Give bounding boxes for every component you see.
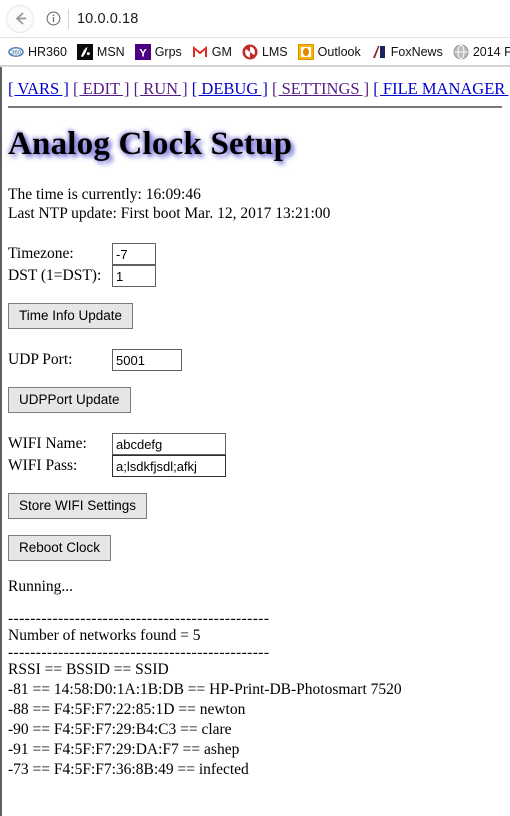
nav-link-file-manager[interactable]: [ FILE MANAGER ]	[373, 79, 510, 98]
network-row: -90 == F4:5F:F7:29:B4:C3 == clare	[8, 721, 232, 738]
network-row: -81 == 14:58:D0:1A:1B:DB == HP-Print-DB-…	[8, 681, 402, 698]
browser-toolbar: 10.0.0.18	[0, 0, 510, 38]
bookmark-label: LMS	[261, 44, 288, 59]
foxnews-favicon	[370, 43, 387, 60]
address-bar-url[interactable]: 10.0.0.18	[77, 11, 138, 27]
outlook-favicon	[297, 43, 314, 60]
gmail-favicon	[191, 43, 208, 60]
timezone-input[interactable]	[112, 243, 156, 265]
time-info-update-button[interactable]: Time Info Update	[8, 303, 134, 329]
network-table-header: RSSI == BSSID == SSID	[8, 661, 169, 678]
bookmark-label: HR360	[28, 44, 67, 59]
bookmark-label: FoxNews	[390, 44, 443, 59]
status-text: Running...	[8, 578, 74, 595]
nav-link-edit[interactable]: [ EDIT ]	[73, 79, 130, 98]
url-divider	[68, 8, 69, 29]
window-left-border	[0, 67, 2, 816]
nav-link-vars[interactable]: [ VARS ]	[8, 79, 69, 98]
browser-chrome: 10.0.0.18 360 HR360 MSN Y Grps GM LMS Ou…	[0, 0, 510, 67]
separator-top: ----------------------------------------…	[8, 610, 270, 627]
dst-label: DST (1=DST):	[8, 267, 102, 284]
udp-port-label: UDP Port:	[8, 351, 73, 368]
svg-text:360: 360	[11, 50, 22, 56]
wifi-name-row: WIFI Name:	[8, 433, 502, 455]
globe-favicon	[453, 44, 469, 59]
wifi-name-input[interactable]	[112, 433, 226, 455]
lms-favicon	[242, 44, 258, 59]
bookmark-msn[interactable]: MSN	[76, 43, 125, 60]
network-row: -88 == F4:5F:F7:22:85:1D == newton	[8, 701, 246, 718]
header-divider	[8, 106, 502, 108]
hr360-favicon: 360	[8, 43, 24, 60]
nav-link-debug[interactable]: [ DEBUG ]	[192, 79, 268, 98]
store-wifi-settings-button[interactable]: Store WIFI Settings	[8, 493, 148, 519]
network-row: -91 == F4:5F:F7:29:DA:F7 == ashep	[8, 741, 240, 758]
page-viewport: [ VARS ] [ EDIT ] [ RUN ] [ DEBUG ] [ SE…	[0, 67, 510, 816]
last-ntp-update-text: Last NTP update: First boot Mar. 12, 201…	[8, 205, 331, 222]
wifi-pass-input[interactable]	[112, 455, 226, 477]
bookmark-label: Grps	[154, 44, 182, 59]
udp-port-input[interactable]	[112, 349, 182, 371]
nav-links: [ VARS ] [ EDIT ] [ RUN ] [ DEBUG ] [ SE…	[8, 75, 510, 99]
wifi-name-label: WIFI Name:	[8, 435, 87, 452]
dst-input[interactable]	[112, 265, 156, 287]
bookmark-hr360[interactable]: 360 HR360	[8, 43, 67, 60]
page-title: Analog Clock Setup	[8, 126, 293, 162]
network-row: -73 == F4:5F:F7:36:8B:49 == infected	[8, 761, 249, 778]
current-time-text: The time is currently: 16:09:46	[8, 186, 201, 203]
bookmark-outlook[interactable]: Outlook	[297, 43, 361, 60]
yahoo-groups-favicon: Y	[134, 43, 151, 60]
bookmark-label: Outlook	[317, 44, 361, 59]
msn-favicon	[76, 43, 93, 60]
separator-bottom: ----------------------------------------…	[8, 644, 270, 661]
bookmark-lms[interactable]: LMS	[242, 44, 288, 60]
udp-port-row: UDP Port:	[8, 349, 502, 371]
network-count-text: Number of networks found = 5	[8, 627, 201, 644]
bookmark-2014-f150[interactable]: 2014 F-150	[453, 44, 510, 60]
reboot-clock-button[interactable]: Reboot Clock	[8, 535, 112, 561]
info-icon[interactable]	[40, 6, 66, 32]
bookmark-label: MSN	[96, 44, 125, 59]
bookmark-foxnews[interactable]: FoxNews	[370, 43, 443, 60]
timezone-label: Timezone:	[8, 245, 74, 262]
svg-text:Y: Y	[139, 47, 147, 59]
bookmarks-bar: 360 HR360 MSN Y Grps GM LMS Outlook FoxN…	[0, 38, 510, 66]
bookmark-gm[interactable]: GM	[191, 43, 232, 60]
timezone-row: Timezone:	[8, 243, 502, 265]
nav-link-settings[interactable]: [ SETTINGS ]	[272, 79, 369, 98]
back-arrow-icon[interactable]	[6, 4, 34, 33]
wifi-pass-row: WIFI Pass:	[8, 455, 502, 477]
dst-row: DST (1=DST):	[8, 265, 502, 287]
wifi-pass-label: WIFI Pass:	[8, 457, 78, 474]
udp-port-update-button[interactable]: UDPPort Update	[8, 387, 131, 413]
bookmark-label: 2014 F-150	[472, 44, 510, 59]
bookmark-label: GM	[211, 44, 232, 59]
nav-link-run[interactable]: [ RUN ]	[134, 79, 188, 98]
bookmark-grps[interactable]: Y Grps	[134, 43, 182, 60]
